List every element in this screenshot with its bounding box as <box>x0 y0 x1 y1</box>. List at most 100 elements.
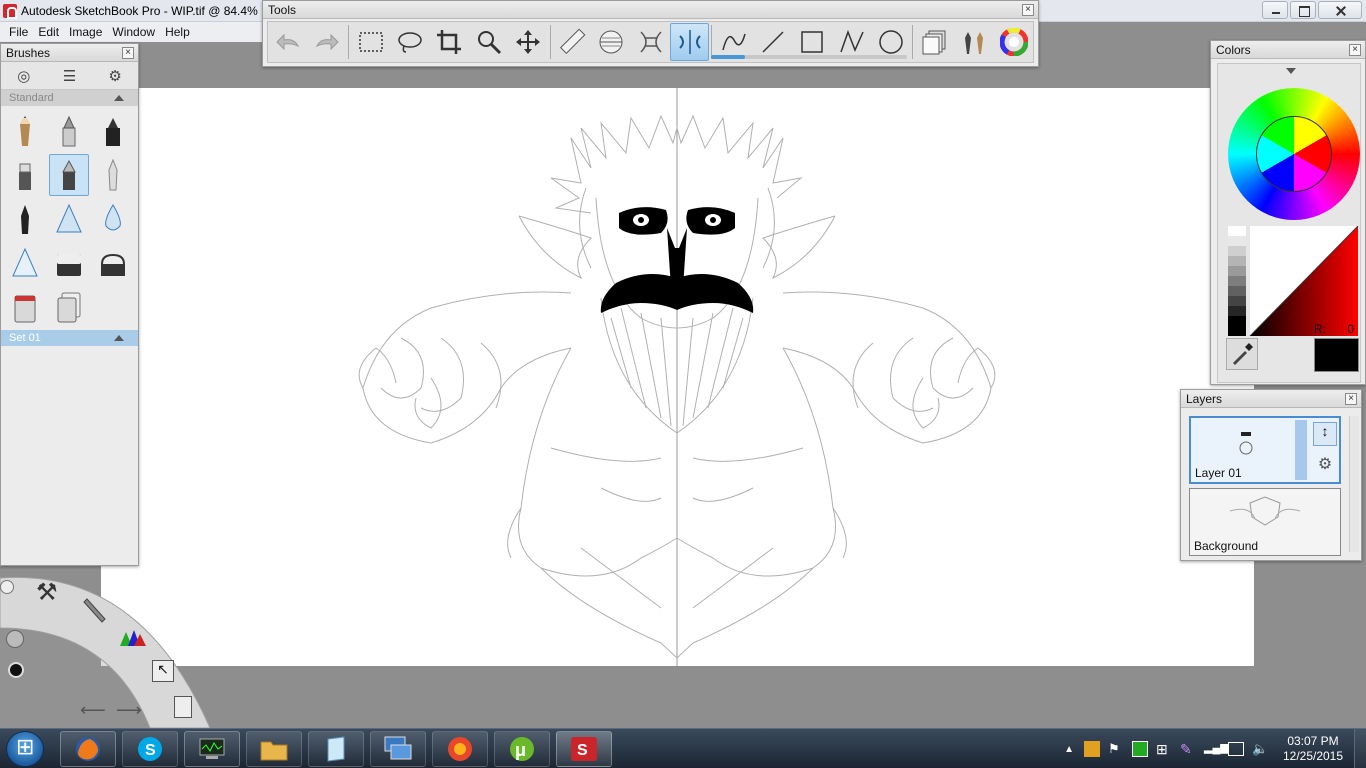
brush-set-01-label: Set 01 <box>9 332 41 344</box>
browser-icon[interactable] <box>432 731 488 767</box>
layers-close-button[interactable]: × <box>1345 393 1357 405</box>
brush-settings-icon[interactable]: ⚙ <box>106 67 124 85</box>
tools-close-button[interactable]: × <box>1022 4 1034 16</box>
tools-separator <box>912 25 914 59</box>
firefox-icon[interactable] <box>60 731 116 767</box>
file-explorer-icon[interactable] <box>246 731 302 767</box>
expand-arrow-icon[interactable] <box>1286 68 1296 74</box>
symmetry-icon[interactable] <box>670 23 710 61</box>
brush-library-icon[interactable]: ◎ <box>15 67 33 85</box>
menu-window[interactable]: Window <box>107 25 160 39</box>
minimize-button[interactable] <box>1262 1 1288 19</box>
volume-icon[interactable]: 🔈 <box>1252 741 1268 757</box>
colors-close-button[interactable]: × <box>1349 44 1361 56</box>
layer-item[interactable]: Background <box>1189 488 1341 556</box>
french-curve-icon[interactable] <box>631 23 670 61</box>
pencil-brush-icon[interactable] <box>5 110 45 152</box>
layers-scrollbar[interactable] <box>1349 416 1359 552</box>
lagoon-dot-icon[interactable] <box>8 662 24 678</box>
lagoon-pen-icon[interactable] <box>6 630 24 648</box>
zoom-icon[interactable] <box>469 23 508 61</box>
menu-edit[interactable]: Edit <box>33 25 64 39</box>
brush-set-01[interactable]: Set 01 <box>1 330 138 346</box>
colors-panel: Colors × R: 0 <box>1210 40 1366 385</box>
undo-icon[interactable] <box>268 23 307 61</box>
color-wheel-center[interactable] <box>1256 116 1332 192</box>
menu-help[interactable]: Help <box>160 25 195 39</box>
tool-size-slider[interactable] <box>711 55 907 59</box>
layer-opacity-bar[interactable] <box>1295 420 1307 480</box>
hard-eraser-icon[interactable] <box>49 242 89 284</box>
red-value[interactable]: 0 <box>1347 322 1354 336</box>
lagoon-settings-icon[interactable] <box>0 580 14 594</box>
lagoon-color-icon[interactable] <box>118 626 148 652</box>
drawing-canvas[interactable] <box>101 88 1254 666</box>
layer-item[interactable]: Layer 01 ↕ ⚙ <box>1189 416 1341 484</box>
menu-bar: File Edit Image Window Help <box>0 22 270 42</box>
remote-desktop-icon[interactable] <box>370 731 426 767</box>
layer-settings-icon[interactable]: ⚙ <box>1313 454 1337 478</box>
lagoon-selection-icon[interactable]: ↖ <box>152 660 174 682</box>
ballpoint-pen-icon[interactable] <box>49 154 89 196</box>
layer-move-icon[interactable]: ↕ <box>1313 422 1337 446</box>
lasso-select-icon[interactable] <box>391 23 430 61</box>
battery-icon[interactable] <box>1228 742 1244 756</box>
tools-panel: Tools × <box>262 0 1039 67</box>
brush-set-standard[interactable]: Standard <box>1 90 138 106</box>
action-center-flag-icon[interactable]: ⚑ <box>1108 741 1124 757</box>
maximize-button[interactable] <box>1290 1 1316 19</box>
tray-monitor-icon[interactable] <box>1132 741 1148 757</box>
brush-properties-icon[interactable]: ☰ <box>60 67 78 85</box>
notepad-icon[interactable] <box>308 731 364 767</box>
show-desktop-button[interactable] <box>1354 729 1366 768</box>
lagoon-tools-icon[interactable]: ⚒ <box>36 578 66 608</box>
brush-pen-icon[interactable] <box>5 198 45 240</box>
lagoon-brush-icon[interactable] <box>80 598 110 628</box>
soft-airbrush-icon[interactable] <box>5 242 45 284</box>
airbrush-icon[interactable] <box>49 198 89 240</box>
menu-image[interactable]: Image <box>64 25 107 39</box>
eyedropper-icon[interactable] <box>1226 338 1258 370</box>
color-wheel-icon[interactable] <box>994 23 1033 61</box>
current-color-swatch[interactable] <box>1314 338 1359 372</box>
taskbar: S μ S ▲ ⚑ ⊞ ✎ ▂▄▆ 🔈 03:07 PM 12/25/2015 <box>0 728 1366 768</box>
water-drop-icon[interactable] <box>93 198 133 240</box>
menu-file[interactable]: File <box>4 25 33 39</box>
task-manager-icon[interactable] <box>184 731 240 767</box>
saturation-luminance-picker[interactable] <box>1228 226 1360 336</box>
ruler-icon[interactable] <box>553 23 592 61</box>
window-title: Autodesk SketchBook Pro - WIP.tif @ 84.4… <box>21 4 258 18</box>
windows-icon[interactable]: ⊞ <box>1156 741 1172 757</box>
move-icon[interactable] <box>508 23 547 61</box>
colors-panel-title: Colors <box>1216 43 1251 57</box>
lagoon-redo-icon[interactable]: ⟶ <box>116 700 142 721</box>
color-wheel[interactable] <box>1228 88 1360 220</box>
paint-bucket-icon[interactable] <box>5 286 45 328</box>
close-button[interactable] <box>1318 1 1362 19</box>
lagoon-layers-icon[interactable] <box>174 696 192 718</box>
marker-brush-icon[interactable] <box>93 110 133 152</box>
inking-pen-icon[interactable] <box>93 154 133 196</box>
sketchbook-icon[interactable]: S <box>556 731 612 767</box>
pen-input-icon[interactable]: ✎ <box>1180 741 1196 757</box>
rect-select-icon[interactable] <box>351 23 390 61</box>
start-button[interactable] <box>6 731 44 767</box>
lagoon-undo-icon[interactable]: ⟵ <box>80 700 106 721</box>
network-signal-icon[interactable]: ▂▄▆ <box>1204 741 1229 757</box>
crop-icon[interactable] <box>430 23 469 61</box>
redo-icon[interactable] <box>307 23 346 61</box>
skype-icon[interactable]: S <box>122 731 178 767</box>
soft-eraser-icon[interactable] <box>93 242 133 284</box>
technical-pen-icon[interactable] <box>49 110 89 152</box>
layer-editor-icon[interactable] <box>915 23 954 61</box>
ellipse-guide-icon[interactable] <box>592 23 631 61</box>
tray-app-icon[interactable] <box>1084 741 1100 757</box>
system-clock[interactable]: 03:07 PM 12/25/2015 <box>1278 734 1348 764</box>
color-editor: R: 0 G: 0 B: 0 <box>1217 63 1361 383</box>
utorrent-icon[interactable]: μ <box>494 731 550 767</box>
brushes-close-button[interactable]: × <box>122 47 134 59</box>
brush-palette-icon[interactable] <box>955 23 994 61</box>
show-hidden-icons[interactable]: ▲ <box>1064 744 1074 755</box>
felt-pen-icon[interactable] <box>5 154 45 196</box>
fill-tool-icon[interactable] <box>49 286 89 328</box>
